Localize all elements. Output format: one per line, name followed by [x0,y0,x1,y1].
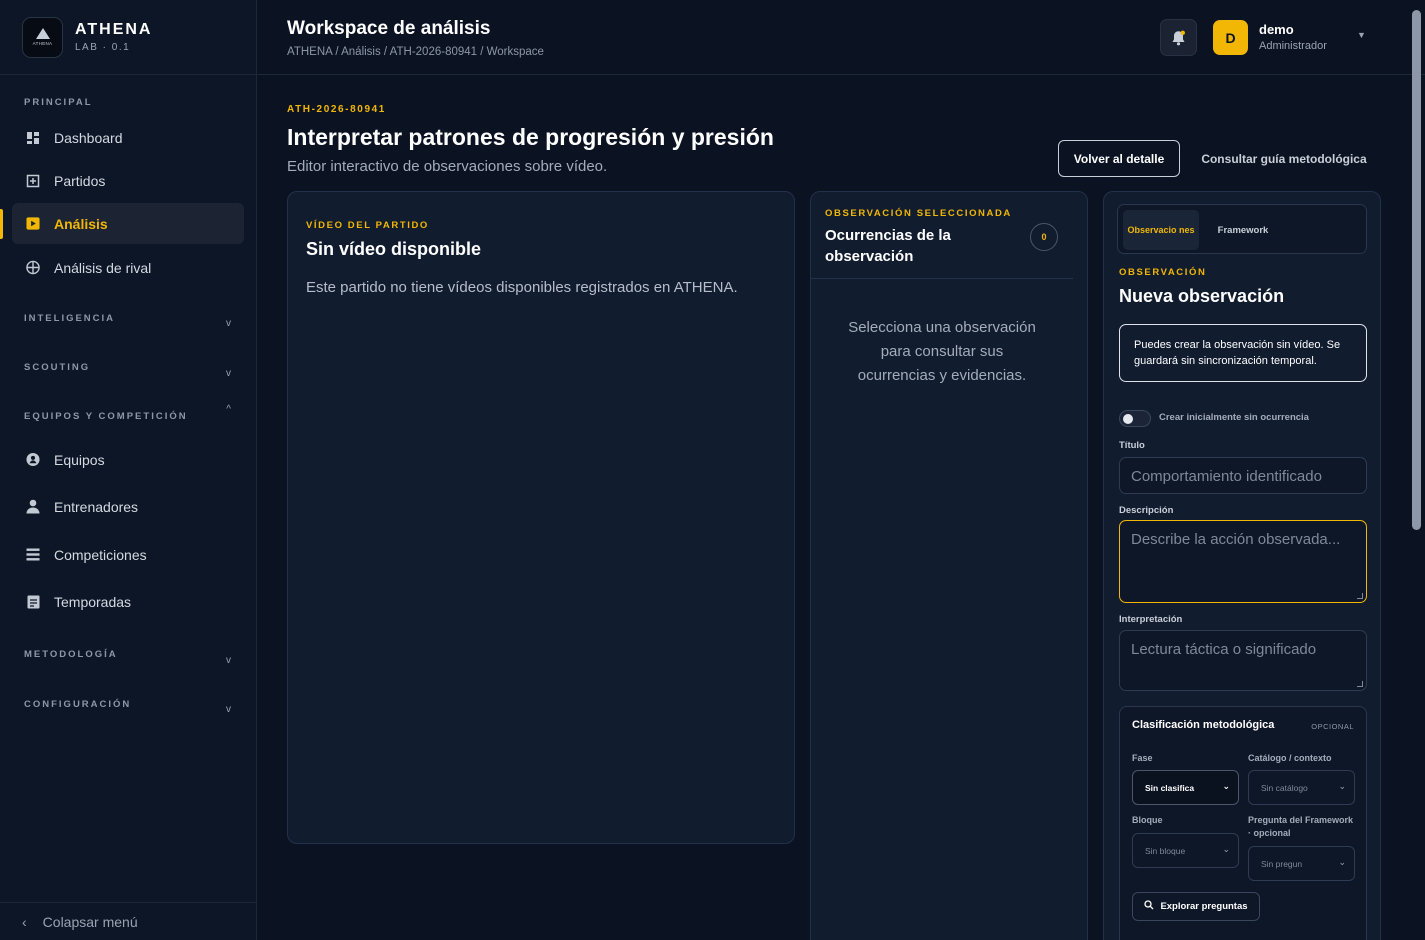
chevron-down-icon[interactable]: v [226,704,231,715]
chevron-down-icon[interactable]: v [226,318,231,329]
sidebar-item-dashboard[interactable]: Dashboard [12,117,244,158]
description-textarea[interactable]: Describe la acción observada... [1119,520,1367,603]
list-icon [26,548,40,562]
athena-logo-icon: ATHENA [22,16,63,58]
sidebar-item-equipos[interactable]: Equipos [12,439,244,480]
sidebar: ATHENA ATHENA LAB · 0.1 PRINCIPAL Dashbo… [0,0,257,940]
bell-icon [1172,30,1185,45]
form-title: Nueva observación [1119,286,1285,306]
catalog-label: Catálogo / contexto [1248,753,1332,763]
explore-questions-button[interactable]: Explorar preguntas [1132,892,1260,921]
chevron-down-icon[interactable]: ▼ [1357,30,1366,40]
form-eyebrow: OBSERVACIÓN [1119,267,1207,278]
video-eyebrow: VÍDEO DEL PARTIDO [306,220,429,231]
calendar-icon [26,595,40,609]
occurrences-empty-state: Selecciona una observación para consulta… [848,319,1036,384]
breadcrumb[interactable]: ATHENA / Análisis / ATH-2026-80941 / Wor… [287,46,544,58]
target-icon [26,260,40,275]
chevron-down-icon[interactable]: v [226,655,231,666]
sidebar-item-temporadas[interactable]: Temporadas [12,581,244,622]
section-metodologia[interactable]: METODOLOGÍA [24,649,118,660]
section-equipos[interactable]: EQUIPOS Y COMPETICIÓN [24,411,188,422]
brand-version: LAB · 0.1 [75,42,131,53]
block-label: Bloque [1132,815,1163,825]
sidebar-item-analisis[interactable]: Análisis [12,203,244,244]
avatar[interactable]: D [1213,20,1248,55]
title-label: Título [1119,440,1145,451]
chevron-down-icon: ⌄ [1222,781,1230,791]
interpretation-label: Interpretación [1119,614,1183,625]
chevron-left-icon: ‹ [22,913,27,930]
analysis-ref-code: ATH-2026-80941 [287,104,386,115]
analysis-subtitle: Editor interactivo de observaciones sobr… [287,158,608,175]
back-to-detail-button[interactable]: Volver al detalle [1058,140,1180,177]
observation-form-panel: Observacio nes Framework OBSERVACIÓN Nue… [1103,191,1381,940]
sidebar-item-competiciones[interactable]: Competiciones [12,534,244,575]
framework-question-label: Pregunta del Framework · opcional [1248,815,1354,838]
user-role: Administrador [1259,40,1327,52]
grid-icon [26,131,40,145]
divider [811,278,1073,279]
sidebar-item-analisis-rival[interactable]: Análisis de rival [12,247,244,288]
description-label: Descripción [1119,505,1174,516]
shield-icon [26,452,40,467]
video-title: Sin vídeo disponible [306,239,482,259]
user-name[interactable]: demo [1259,22,1294,37]
panel-tabs: Observacio nes Framework [1117,204,1367,254]
classification-title: Clasificación metodológica [1132,719,1275,731]
video-panel: VÍDEO DEL PARTIDO Sin vídeo disponible E… [287,191,795,844]
occurrences-panel: OBSERVACIÓN SELECCIONADA Ocurrencias de … [810,191,1088,940]
chevron-down-icon: ⌄ [1338,781,1346,791]
phase-label: Fase [1132,753,1153,763]
sidebar-item-entrenadores[interactable]: Entrenadores [12,486,244,527]
toggle-label: Crear inicialmente sin ocurrencia [1159,412,1309,423]
catalog-select[interactable]: Sin catálogo ⌄ [1248,770,1355,805]
block-select[interactable]: Sin bloque ⌄ [1132,833,1239,868]
active-indicator [0,209,3,239]
chevron-down-icon[interactable]: v [226,368,231,379]
section-inteligencia[interactable]: INTELIGENCIA [24,313,115,324]
tab-framework[interactable]: Framework [1213,210,1273,250]
tab-observaciones[interactable]: Observacio nes [1123,210,1199,250]
section-scouting[interactable]: SCOUTING [24,362,90,373]
methodology-guide-button[interactable]: Consultar guía metodológica [1192,140,1376,177]
chevron-up-icon[interactable]: ^ [226,404,231,415]
no-video-notice: Puedes crear la observación sin vídeo. S… [1119,324,1367,382]
sidebar-item-partidos[interactable]: Partidos [12,160,244,201]
occurrences-count-badge: 0 [1030,223,1058,251]
section-principal: PRINCIPAL [24,97,93,108]
collapse-menu-button[interactable]: ‹ Colapsar menú [0,902,256,940]
brand-name: ATHENA [75,21,153,38]
top-bar: Workspace de análisis ATHENA / Análisis … [257,0,1425,75]
phase-select[interactable]: Sin clasifica ⌄ [1132,770,1239,805]
play-icon [26,217,40,231]
occurrences-eyebrow: OBSERVACIÓN SELECCIONADA [825,208,1012,219]
occurrences-title: Ocurrencias de la observación [825,227,951,265]
square-plus-icon [26,174,40,188]
resize-handle-icon[interactable] [1357,681,1363,687]
resize-handle-icon[interactable] [1357,593,1363,599]
methodology-classification: Clasificación metodológica OPCIONAL Fase… [1119,706,1367,940]
search-icon [1144,900,1154,913]
page-title: Workspace de análisis [287,18,491,39]
no-occurrence-toggle[interactable] [1119,410,1151,427]
optional-badge: OPCIONAL [1311,722,1354,731]
analysis-title: Interpretar patrones de progresión y pre… [287,124,774,150]
framework-question-select[interactable]: Sin pregun ⌄ [1248,846,1355,881]
person-icon [26,499,40,514]
brand[interactable]: ATHENA ATHENA LAB · 0.1 [0,0,256,75]
section-configuracion[interactable]: CONFIGURACIÓN [24,699,131,710]
interpretation-textarea[interactable]: Lectura táctica o significado [1119,630,1367,691]
chevron-down-icon: ⌄ [1338,857,1346,867]
chevron-down-icon: ⌄ [1222,844,1230,854]
video-description: Este partido no tiene vídeos disponibles… [306,279,738,296]
page-scrollbar[interactable] [1412,10,1421,530]
title-input[interactable]: Comportamiento identificado [1119,457,1367,494]
notifications-button[interactable] [1160,19,1197,56]
